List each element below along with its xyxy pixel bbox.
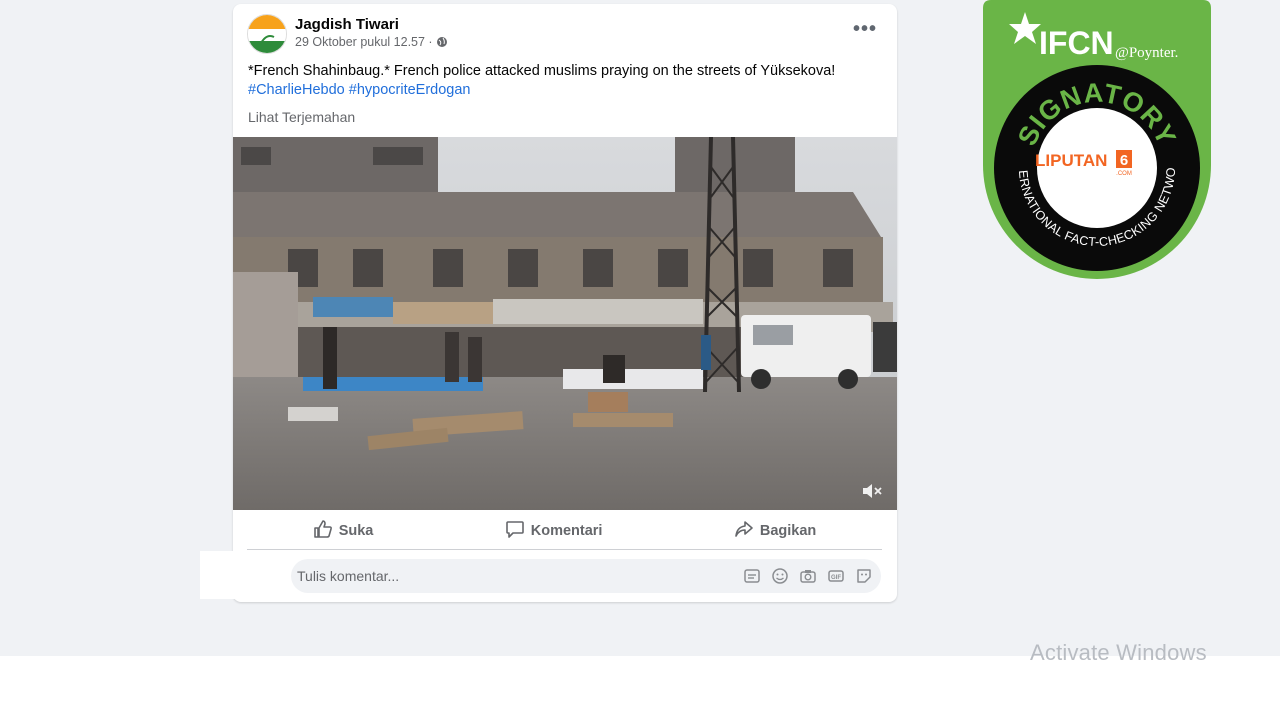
comment-icon [505,519,525,543]
comment-button[interactable]: Komentari [505,519,603,543]
video-player[interactable] [233,137,897,510]
post-timestamp[interactable]: 29 Oktober pukul 12.57 · [295,35,433,49]
author-name[interactable]: Jagdish Tiwari [295,16,399,33]
activate-windows-watermark: Activate Windows [1030,640,1207,660]
ifcn-logo-text: IFCN [1039,25,1114,61]
thumbs-up-icon [313,519,333,543]
comment-input[interactable]: Tulis komentar... GIF [291,559,881,593]
gif-icon[interactable]: GIF [827,567,845,585]
facebook-post: Jagdish Tiwari 29 Oktober pukul 12.57 · … [233,4,897,602]
overlay-patch [200,551,240,599]
post-header: Jagdish Tiwari 29 Oktober pukul 12.57 · … [247,14,883,56]
mute-icon[interactable] [861,482,883,500]
author-avatar[interactable] [247,14,287,54]
share-label: Bagikan [759,522,817,539]
see-translation-link[interactable]: Lihat Terjemahan [248,109,355,125]
camera-icon[interactable] [799,567,817,585]
video-frame [233,137,897,510]
post-meta: 29 Oktober pukul 12.57 · [295,35,448,49]
post-text: *French Shahinbaug.* French police attac… [248,62,882,100]
sticker-smile-icon[interactable] [855,567,873,585]
liputan-six: 6 [1120,152,1128,169]
share-icon [734,519,754,543]
poynter-text: @Poynter. [1115,45,1178,61]
ifcn-signatory-badge: IFCN @Poynter. SIGNATORY INTERNATIONAL F… [976,0,1213,282]
comment-placeholder: Tulis komentar... [297,568,400,584]
like-label: Suka [338,522,374,539]
svg-text:GIF: GIF [831,575,841,581]
post-actions: Suka Komentari Bagikan [247,512,882,550]
bottom-band [0,656,1280,720]
liputan-logo-text: LIPUTAN [1035,151,1107,170]
liputan-domain: .COM [1116,171,1132,177]
sticker-icon[interactable] [743,567,761,585]
more-icon[interactable]: ••• [853,19,877,39]
post-hashtags[interactable]: #CharlieHebdo #hypocriteErdogan [248,81,882,100]
post-body: *French Shahinbaug.* French police attac… [248,63,836,79]
comment-label: Komentari [530,522,603,539]
like-button[interactable]: Suka [313,519,374,543]
globe-icon [436,36,448,48]
share-button[interactable]: Bagikan [734,519,816,543]
emoji-icon[interactable] [771,567,789,585]
comment-composer: Tulis komentar... GIF [291,559,881,593]
comment-tools: GIF [743,567,873,585]
